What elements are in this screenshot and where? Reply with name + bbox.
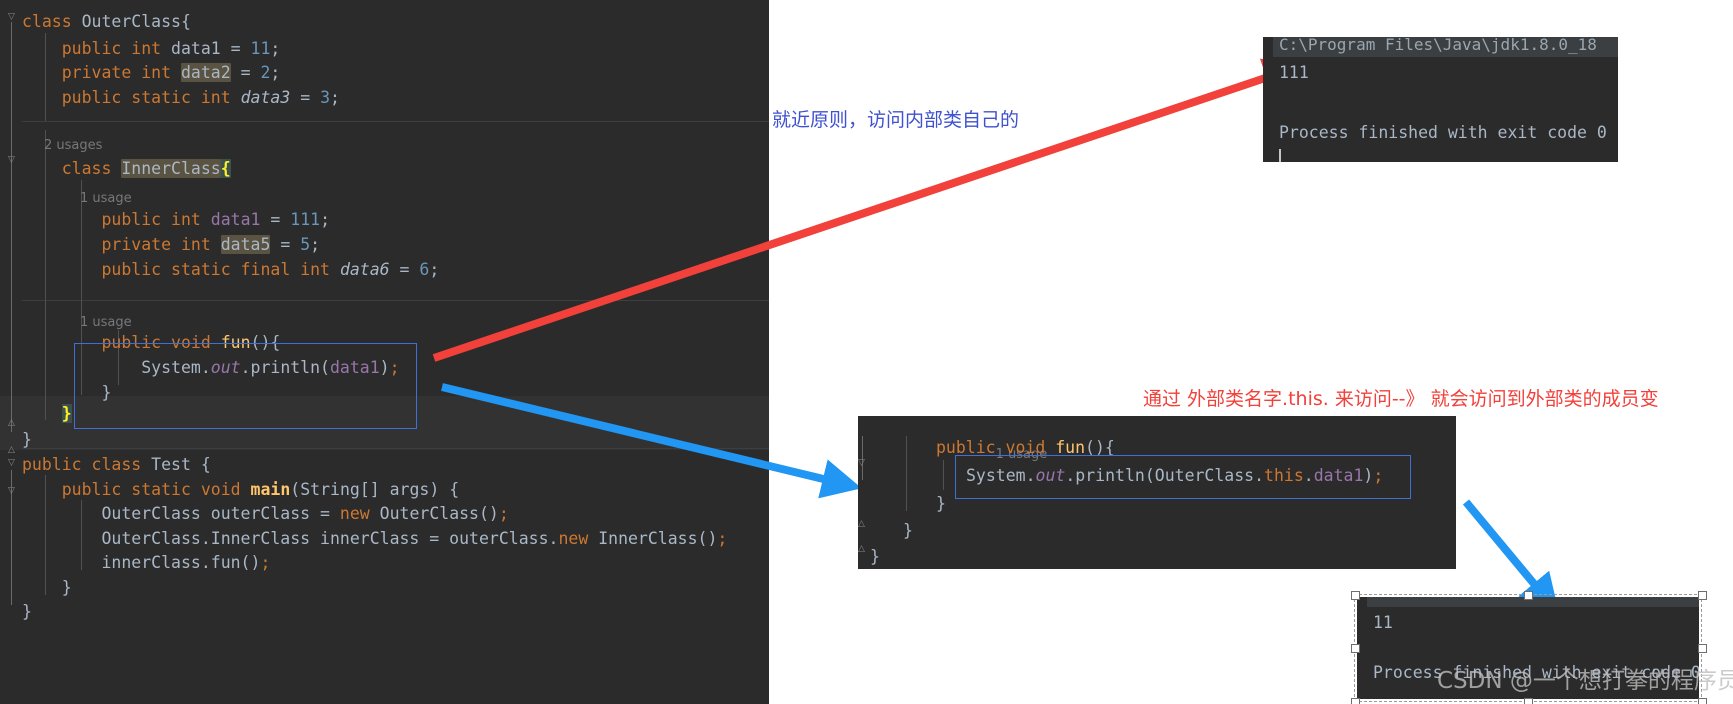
code-line: public int data1 = 111; <box>101 210 331 229</box>
code-line: public static final int data6 = 6; <box>101 260 440 279</box>
snippet-line-close-2: } <box>903 521 913 540</box>
code-line: private int data5 = 5; <box>101 235 321 254</box>
console-top-finished: Process finished with exit code 0 <box>1279 123 1607 142</box>
annotation-red-note: 通过 外部类名字.this. 来访问--》 就会访问到外部类的成员变 <box>1143 388 1659 410</box>
snippet-line-close-1: } <box>936 494 946 513</box>
snippet-fold-marker-icon[interactable]: △ <box>858 511 865 538</box>
code-line: public static int data3 = 3; <box>61 88 340 107</box>
snippet-fold-marker-icon[interactable]: △ <box>858 536 865 563</box>
code-line: private int data2 = 2; <box>61 63 281 82</box>
code-line: class InnerClass{ <box>61 159 231 178</box>
snippet-line-println: System.out.println(OuterClass.this.data1… <box>966 466 1384 485</box>
console-top-jdk-path: C:\Program Files\Java\jdk1.8.0_18 <box>1279 37 1597 54</box>
code-line: } <box>61 578 72 597</box>
code-line: public static void main(String[] args) { <box>61 480 460 499</box>
code-line: public class Test { <box>22 455 211 474</box>
resize-handle-ne[interactable] <box>1698 591 1707 600</box>
resize-handle-nw[interactable] <box>1351 591 1360 600</box>
snippet-indent-guide <box>943 460 944 490</box>
snippet-window[interactable]: 1 usage public void fun(){ System.out.pr… <box>858 416 1456 569</box>
resize-handle-e[interactable] <box>1698 644 1707 653</box>
console-top-cursor <box>1279 149 1281 162</box>
editor-code[interactable]: class OuterClass{ public int data1 = 11;… <box>0 0 769 704</box>
snippet-line-close-3: } <box>870 547 880 566</box>
code-line: } <box>22 430 32 449</box>
code-line: } <box>22 602 32 621</box>
csdn-watermark: CSDN @一个想打拳的程序员 <box>1437 668 1733 694</box>
snippet-line-signature: public void fun(){ <box>936 438 1115 457</box>
resize-handle-s[interactable] <box>1524 698 1533 704</box>
console-top[interactable]: C:\Program Files\Java\jdk1.8.0_18 111 Pr… <box>1263 37 1618 162</box>
resize-handle-sw[interactable] <box>1351 698 1360 704</box>
code-line: class OuterClass{ <box>22 12 191 31</box>
console-top-output: 111 <box>1279 63 1309 82</box>
code-line: public void fun(){ <box>101 333 281 352</box>
blue-arrow-2 <box>1462 499 1560 615</box>
resize-handle-se[interactable] <box>1698 698 1707 704</box>
usage-hint[interactable]: 2 usages <box>0 130 769 157</box>
resize-handle-n[interactable] <box>1524 591 1533 600</box>
code-line: OuterClass outerClass = new OuterClass()… <box>101 504 509 523</box>
annotation-blue-note: 就近原则，访问内部类自己的 <box>772 109 1020 131</box>
code-line: OuterClass.InnerClass innerClass = outer… <box>101 529 728 548</box>
snippet-indent-guide <box>906 436 907 511</box>
code-line: public int data1 = 11; <box>61 39 281 58</box>
code-line: System.out.println(data1); <box>141 358 400 377</box>
resize-handle-w[interactable] <box>1351 644 1360 653</box>
code-editor-panel[interactable]: ▽ ▽ △ △ ▽ ▽ class OuterClass{ public int… <box>0 0 769 704</box>
snippet-fold-marker-icon[interactable]: ▽ <box>858 450 865 477</box>
code-line: } <box>61 404 72 423</box>
code-line: innerClass.fun(); <box>101 553 271 572</box>
screenshot-root: ▽ ▽ △ △ ▽ ▽ class OuterClass{ public int… <box>0 0 1733 704</box>
